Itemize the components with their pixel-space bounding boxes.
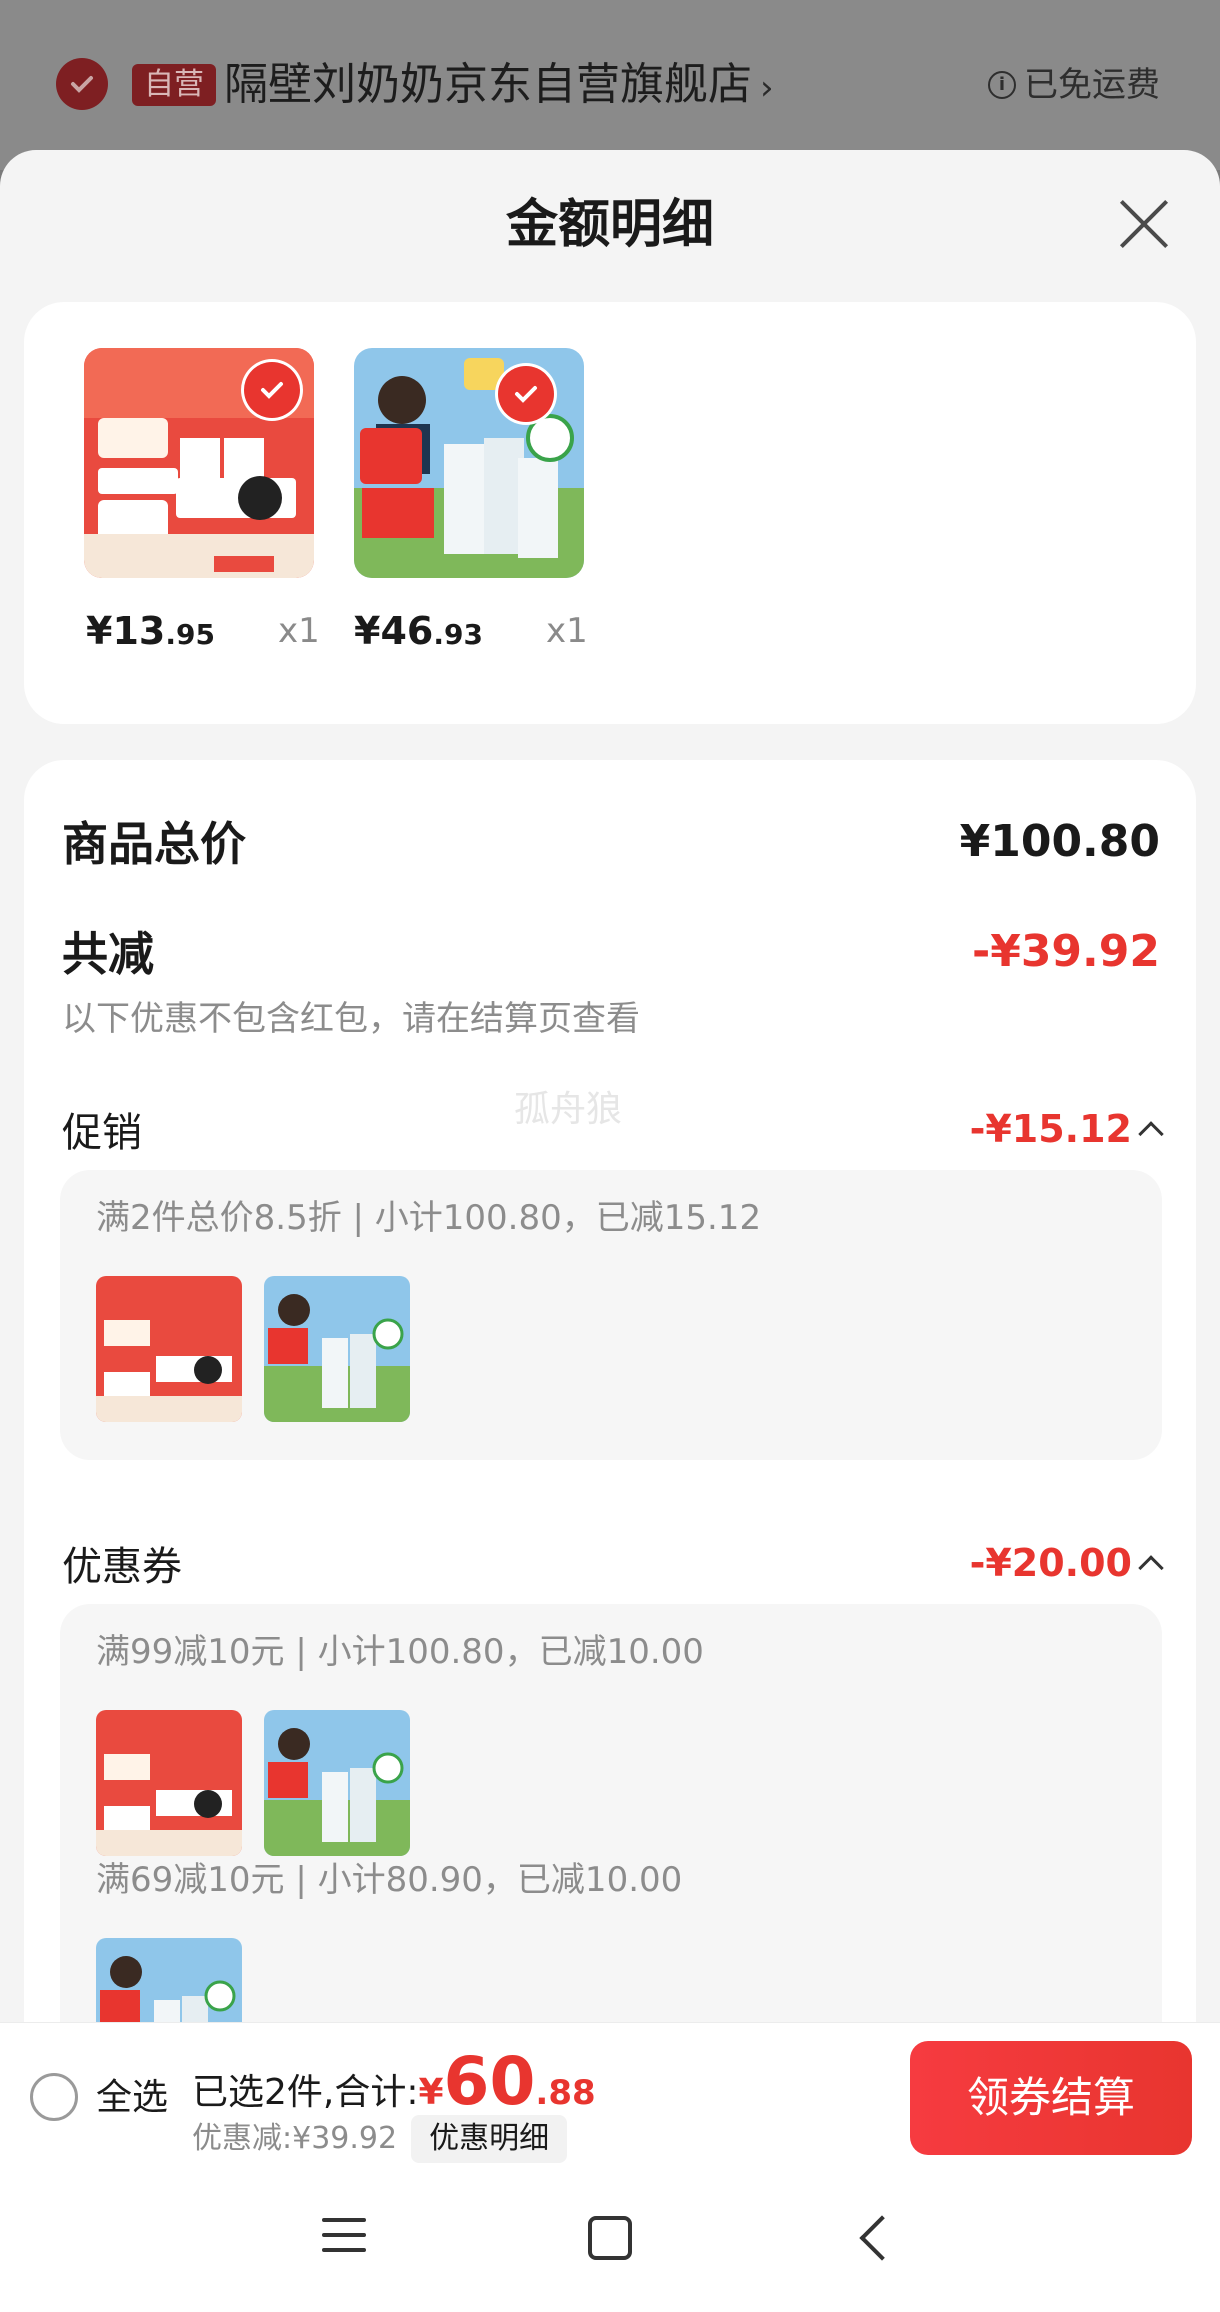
promo-rule-line: 满2件总价8.5折 | 小计100.80，已减15.12 <box>96 1198 762 1238</box>
coupon-value: -¥20.00 <box>970 1541 1164 1585</box>
menu-icon[interactable] <box>322 2218 366 2258</box>
total-reduction-row: 共减 -¥39.92 <box>62 918 1160 984</box>
amount-detail-sheet: 金额明细 ¥13.95 x1 ¥46.93 x1 商品总价 ¥100.80 共减… <box>0 150 1220 2312</box>
coupon-rule-line-1: 满99减10元 | 小计100.80，已减10.00 <box>96 1632 704 1672</box>
coupon-thumb-2 <box>264 1710 410 1856</box>
store-self-run-badge: 自营 <box>132 64 216 106</box>
total-reduction-value: -¥39.92 <box>971 925 1160 977</box>
coupon-label: 优惠券 <box>62 1544 182 1590</box>
close-icon[interactable] <box>1116 196 1172 252</box>
select-all-label[interactable]: 全选 <box>96 2075 168 2121</box>
promo-label: 促销 <box>62 1110 142 1156</box>
info-icon: i <box>988 71 1016 99</box>
discount-detail-button[interactable]: 优惠明细 <box>411 2115 568 2163</box>
shipping-text: 已免运费 <box>1024 65 1160 105</box>
chevron-right-icon: › <box>760 68 774 108</box>
product-1-qty: x1 <box>278 611 320 651</box>
reduction-note: 以下优惠不包含红包，请在结算页查看 <box>62 999 640 1039</box>
product-1-price: ¥13.95 <box>86 609 215 653</box>
product-2-price: ¥46.93 <box>354 609 483 653</box>
product-image-2[interactable] <box>354 348 584 578</box>
discount-text: 优惠减:¥39.92 <box>192 2121 398 2156</box>
system-nav-bar <box>0 2172 1220 2312</box>
total-reduction-label: 共减 <box>62 927 154 981</box>
promo-thumb-1 <box>96 1276 242 1422</box>
chevron-up-icon <box>1138 1555 1164 1581</box>
store-name: 隔壁刘奶奶京东自营旗舰店 <box>224 59 752 110</box>
promo-value: -¥15.12 <box>970 1107 1164 1151</box>
summary-label: 已选2件,合计: <box>192 2072 419 2113</box>
summary-amount-int: 60 <box>443 2043 536 2120</box>
select-all-radio[interactable] <box>30 2073 78 2121</box>
sheet-title: 金额明细 <box>505 195 714 255</box>
store-check-icon[interactable] <box>56 58 108 110</box>
total-price-row: 商品总价 ¥100.80 <box>62 808 1160 874</box>
promo-thumb-2 <box>264 1276 410 1422</box>
checkout-bar: 全选 已选2件,合计:¥60.88 优惠减:¥39.92 优惠明细 领券结算 <box>0 2022 1220 2172</box>
back-icon[interactable] <box>859 2215 905 2261</box>
promo-detail-box: 满2件总价8.5折 | 小计100.80，已减15.12 <box>60 1170 1162 1460</box>
product-image-1[interactable] <box>84 348 314 578</box>
product-card: ¥13.95 x1 ¥46.93 x1 <box>24 302 1196 724</box>
checkout-button[interactable]: 领券结算 <box>910 2041 1192 2155</box>
shipping-info[interactable]: i 已免运费 <box>988 62 1160 108</box>
store-name-link[interactable]: 隔壁刘奶奶京东自营旗舰店 › <box>224 56 774 117</box>
store-header: 自营 隔壁刘奶奶京东自营旗舰店 › i 已免运费 <box>0 0 1220 170</box>
coupon-thumb-1 <box>96 1710 242 1856</box>
promo-section-header[interactable]: 促销 -¥15.12 <box>62 1100 1164 1158</box>
total-price-label: 商品总价 <box>62 817 246 871</box>
summary-amount-dec: .88 <box>535 2073 596 2113</box>
coupon-section-header[interactable]: 优惠券 -¥20.00 <box>62 1534 1164 1592</box>
selected-check-icon <box>498 366 554 422</box>
summary-yen: ¥ <box>418 2072 444 2113</box>
coupon-rule-line-2: 满69减10元 | 小计80.90，已减10.00 <box>96 1860 683 1900</box>
total-price-value: ¥100.80 <box>959 815 1160 867</box>
product-2-qty: x1 <box>546 611 588 651</box>
home-icon[interactable] <box>588 2216 632 2260</box>
selected-check-icon <box>244 362 300 418</box>
chevron-up-icon <box>1138 1121 1164 1147</box>
discount-summary: 优惠减:¥39.92 优惠明细 <box>192 2115 568 2163</box>
